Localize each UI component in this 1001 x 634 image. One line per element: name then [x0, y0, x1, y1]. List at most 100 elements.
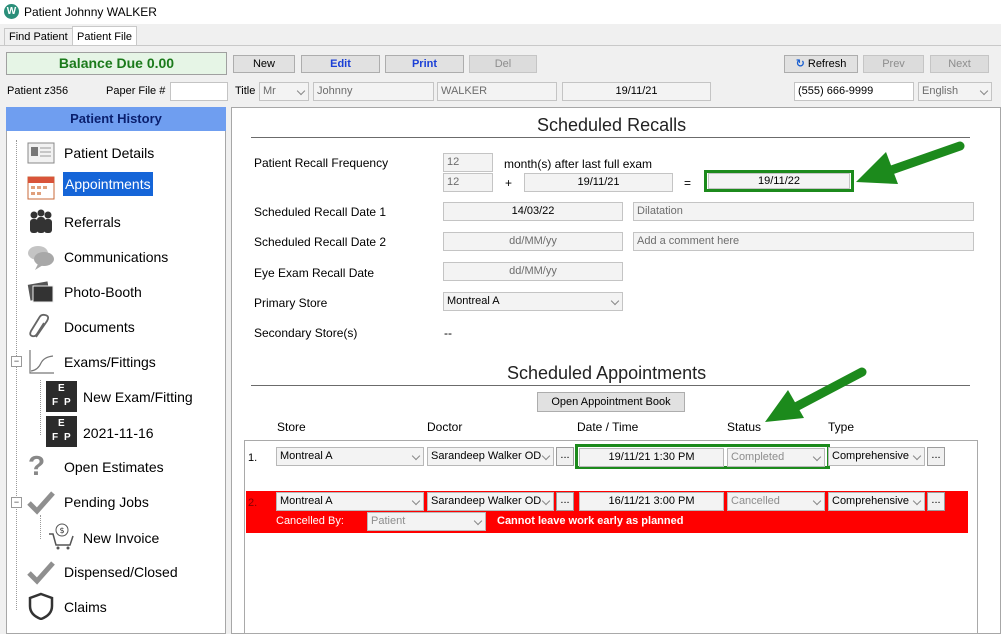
recall2-comment-field[interactable]: Add a comment here	[633, 232, 974, 251]
sidebar-item-label: Dispensed/Closed	[64, 564, 178, 580]
print-button[interactable]: Print	[385, 55, 464, 73]
col-datetime: Date / Time	[577, 420, 639, 434]
type-more-button[interactable]: ...	[927, 447, 945, 466]
refresh-button[interactable]: ↻ Refresh	[784, 55, 858, 73]
appt-datetime-field[interactable]: 19/11/21 1:30 PM	[579, 448, 724, 467]
col-type: Type	[828, 420, 855, 434]
patient-id: Patient z356	[7, 85, 69, 97]
chevron-down-icon	[812, 452, 822, 462]
prev-button[interactable]: Prev	[863, 55, 924, 73]
eye-chart-icon: E F P	[46, 381, 77, 412]
doctor-more-button[interactable]: ...	[556, 447, 574, 466]
sidebar-item-photo-booth[interactable]: Photo-Booth	[26, 278, 216, 306]
row-number: 1.	[248, 452, 258, 464]
title-select[interactable]: Mr	[259, 82, 309, 101]
sidebar-item-label: New Invoice	[83, 530, 160, 546]
tab-find-patient[interactable]: Find Patient	[4, 28, 73, 46]
sidebar-item-exams-fittings[interactable]: Exams/Fittings	[26, 348, 216, 376]
eye-exam-recall-field[interactable]: dd/MM/yy	[443, 262, 623, 281]
doctor-more-button[interactable]: ...	[556, 492, 574, 511]
language-select[interactable]: English	[918, 82, 992, 101]
row-number: 2.	[248, 497, 258, 509]
delete-button[interactable]: Del	[469, 55, 537, 73]
recall1-date-field[interactable]: 14/03/22	[443, 202, 623, 221]
recall2-label: Scheduled Recall Date 2	[254, 235, 387, 249]
type-more-button[interactable]: ...	[927, 492, 945, 511]
sidebar-item-referrals[interactable]: Referrals	[26, 208, 216, 236]
store-value: Montreal A	[280, 450, 333, 462]
col-status: Status	[727, 420, 762, 434]
plus-sign: +	[505, 176, 513, 190]
first-name-field[interactable]: Johnny	[313, 82, 434, 101]
refresh-label: Refresh	[807, 58, 847, 70]
sidebar-item-exam-2021-11-16[interactable]: E F P 2021-11-16	[46, 416, 216, 448]
sidebar-item-label: Documents	[64, 319, 135, 335]
appointments-grid	[244, 440, 978, 634]
status-value: Cancelled	[731, 495, 780, 507]
paper-file-input[interactable]	[170, 82, 228, 101]
cancelled-by-value: Patient	[371, 515, 406, 527]
chevron-down-icon	[610, 296, 620, 306]
sidebar-item-new-exam[interactable]: E F P New Exam/Fitting	[46, 381, 216, 413]
sidebar-item-label: Patient Details	[64, 145, 155, 161]
chevron-down-icon	[979, 86, 989, 96]
sidebar-item-documents[interactable]: Documents	[26, 313, 216, 341]
recall1-label: Scheduled Recall Date 1	[254, 205, 387, 219]
recall-frequency-input[interactable]: 12	[443, 153, 493, 172]
appt-doctor-select[interactable]: Sarandeep Walker OD	[427, 492, 554, 511]
sidebar-item-dispensed-closed[interactable]: Dispensed/Closed	[26, 558, 216, 586]
balance-due: Balance Due 0.00	[6, 52, 227, 75]
sidebar-item-new-invoice[interactable]: $ New Invoice	[46, 522, 216, 552]
sidebar-item-claims[interactable]: Claims	[26, 592, 216, 622]
sidebar-item-pending-jobs[interactable]: Pending Jobs	[26, 488, 216, 516]
green-arrow-icon	[765, 367, 867, 422]
chevron-down-icon	[411, 451, 421, 461]
sidebar-item-patient-details[interactable]: Patient Details	[26, 140, 216, 168]
appt-type-select[interactable]: Comprehensive	[828, 492, 925, 511]
tab-patient-file[interactable]: Patient File	[72, 26, 138, 46]
language-value: English	[922, 85, 959, 97]
sidebar-item-communications[interactable]: Communications	[26, 243, 216, 271]
recall-frequency-label: Patient Recall Frequency	[254, 156, 389, 170]
eye-chart-icon: E F P	[46, 416, 77, 447]
app-logo-icon: W	[4, 4, 19, 19]
phone-field[interactable]: (555) 666-9999	[794, 82, 914, 101]
open-appointment-book-button[interactable]: Open Appointment Book	[537, 392, 685, 412]
next-button[interactable]: Next	[930, 55, 989, 73]
edit-button[interactable]: Edit	[301, 55, 380, 73]
sidebar-item-open-estimates[interactable]: ? Open Estimates	[26, 450, 216, 482]
cancelled-by-select[interactable]: Patient	[367, 512, 486, 531]
date-field[interactable]: 19/11/21	[562, 82, 711, 101]
primary-store-value: Montreal A	[447, 295, 500, 307]
cancelled-by-label: Cancelled By:	[276, 515, 344, 527]
recall2-date-field[interactable]: dd/MM/yy	[443, 232, 623, 251]
cart-icon: $	[49, 523, 74, 550]
appt-status-select[interactable]: Completed	[727, 448, 825, 467]
sidebar-item-appointments[interactable]: Appointments	[26, 172, 216, 204]
appt-type-select[interactable]: Comprehensive	[828, 447, 925, 466]
appt-status-select[interactable]: Cancelled	[727, 492, 825, 511]
last-name-field[interactable]: WALKER	[437, 82, 557, 101]
new-button[interactable]: New	[233, 55, 295, 73]
equals-sign: =	[684, 176, 692, 190]
sidebar-item-label: Communications	[64, 249, 169, 265]
tab-divider	[0, 45, 1001, 46]
appt-store-select[interactable]: Montreal A	[276, 447, 424, 466]
chevron-down-icon	[541, 451, 551, 461]
calc-months-field: 12	[443, 173, 493, 192]
checkmark-icon	[27, 491, 55, 515]
window-title: Patient Johnny WALKER	[24, 5, 157, 19]
recall-frequency-suffix: month(s) after last full exam	[504, 157, 653, 171]
collapse-toggle[interactable]: −	[11, 497, 22, 508]
appt-store-select[interactable]: Montreal A	[276, 492, 424, 511]
appt-datetime-field[interactable]: 16/11/21 3:00 PM	[579, 492, 724, 511]
cancel-reason: Cannot leave work early as planned	[497, 515, 684, 527]
collapse-toggle[interactable]: −	[11, 356, 22, 367]
chart-icon	[29, 350, 54, 374]
sidebar-item-label: Open Estimates	[64, 459, 164, 475]
recall1-comment-field[interactable]: Dilatation	[633, 202, 974, 221]
photos-icon	[27, 281, 54, 303]
appt-doctor-select[interactable]: Sarandeep Walker OD	[427, 447, 554, 466]
calc-date-field: 19/11/21	[524, 173, 673, 192]
primary-store-select[interactable]: Montreal A	[443, 292, 623, 311]
